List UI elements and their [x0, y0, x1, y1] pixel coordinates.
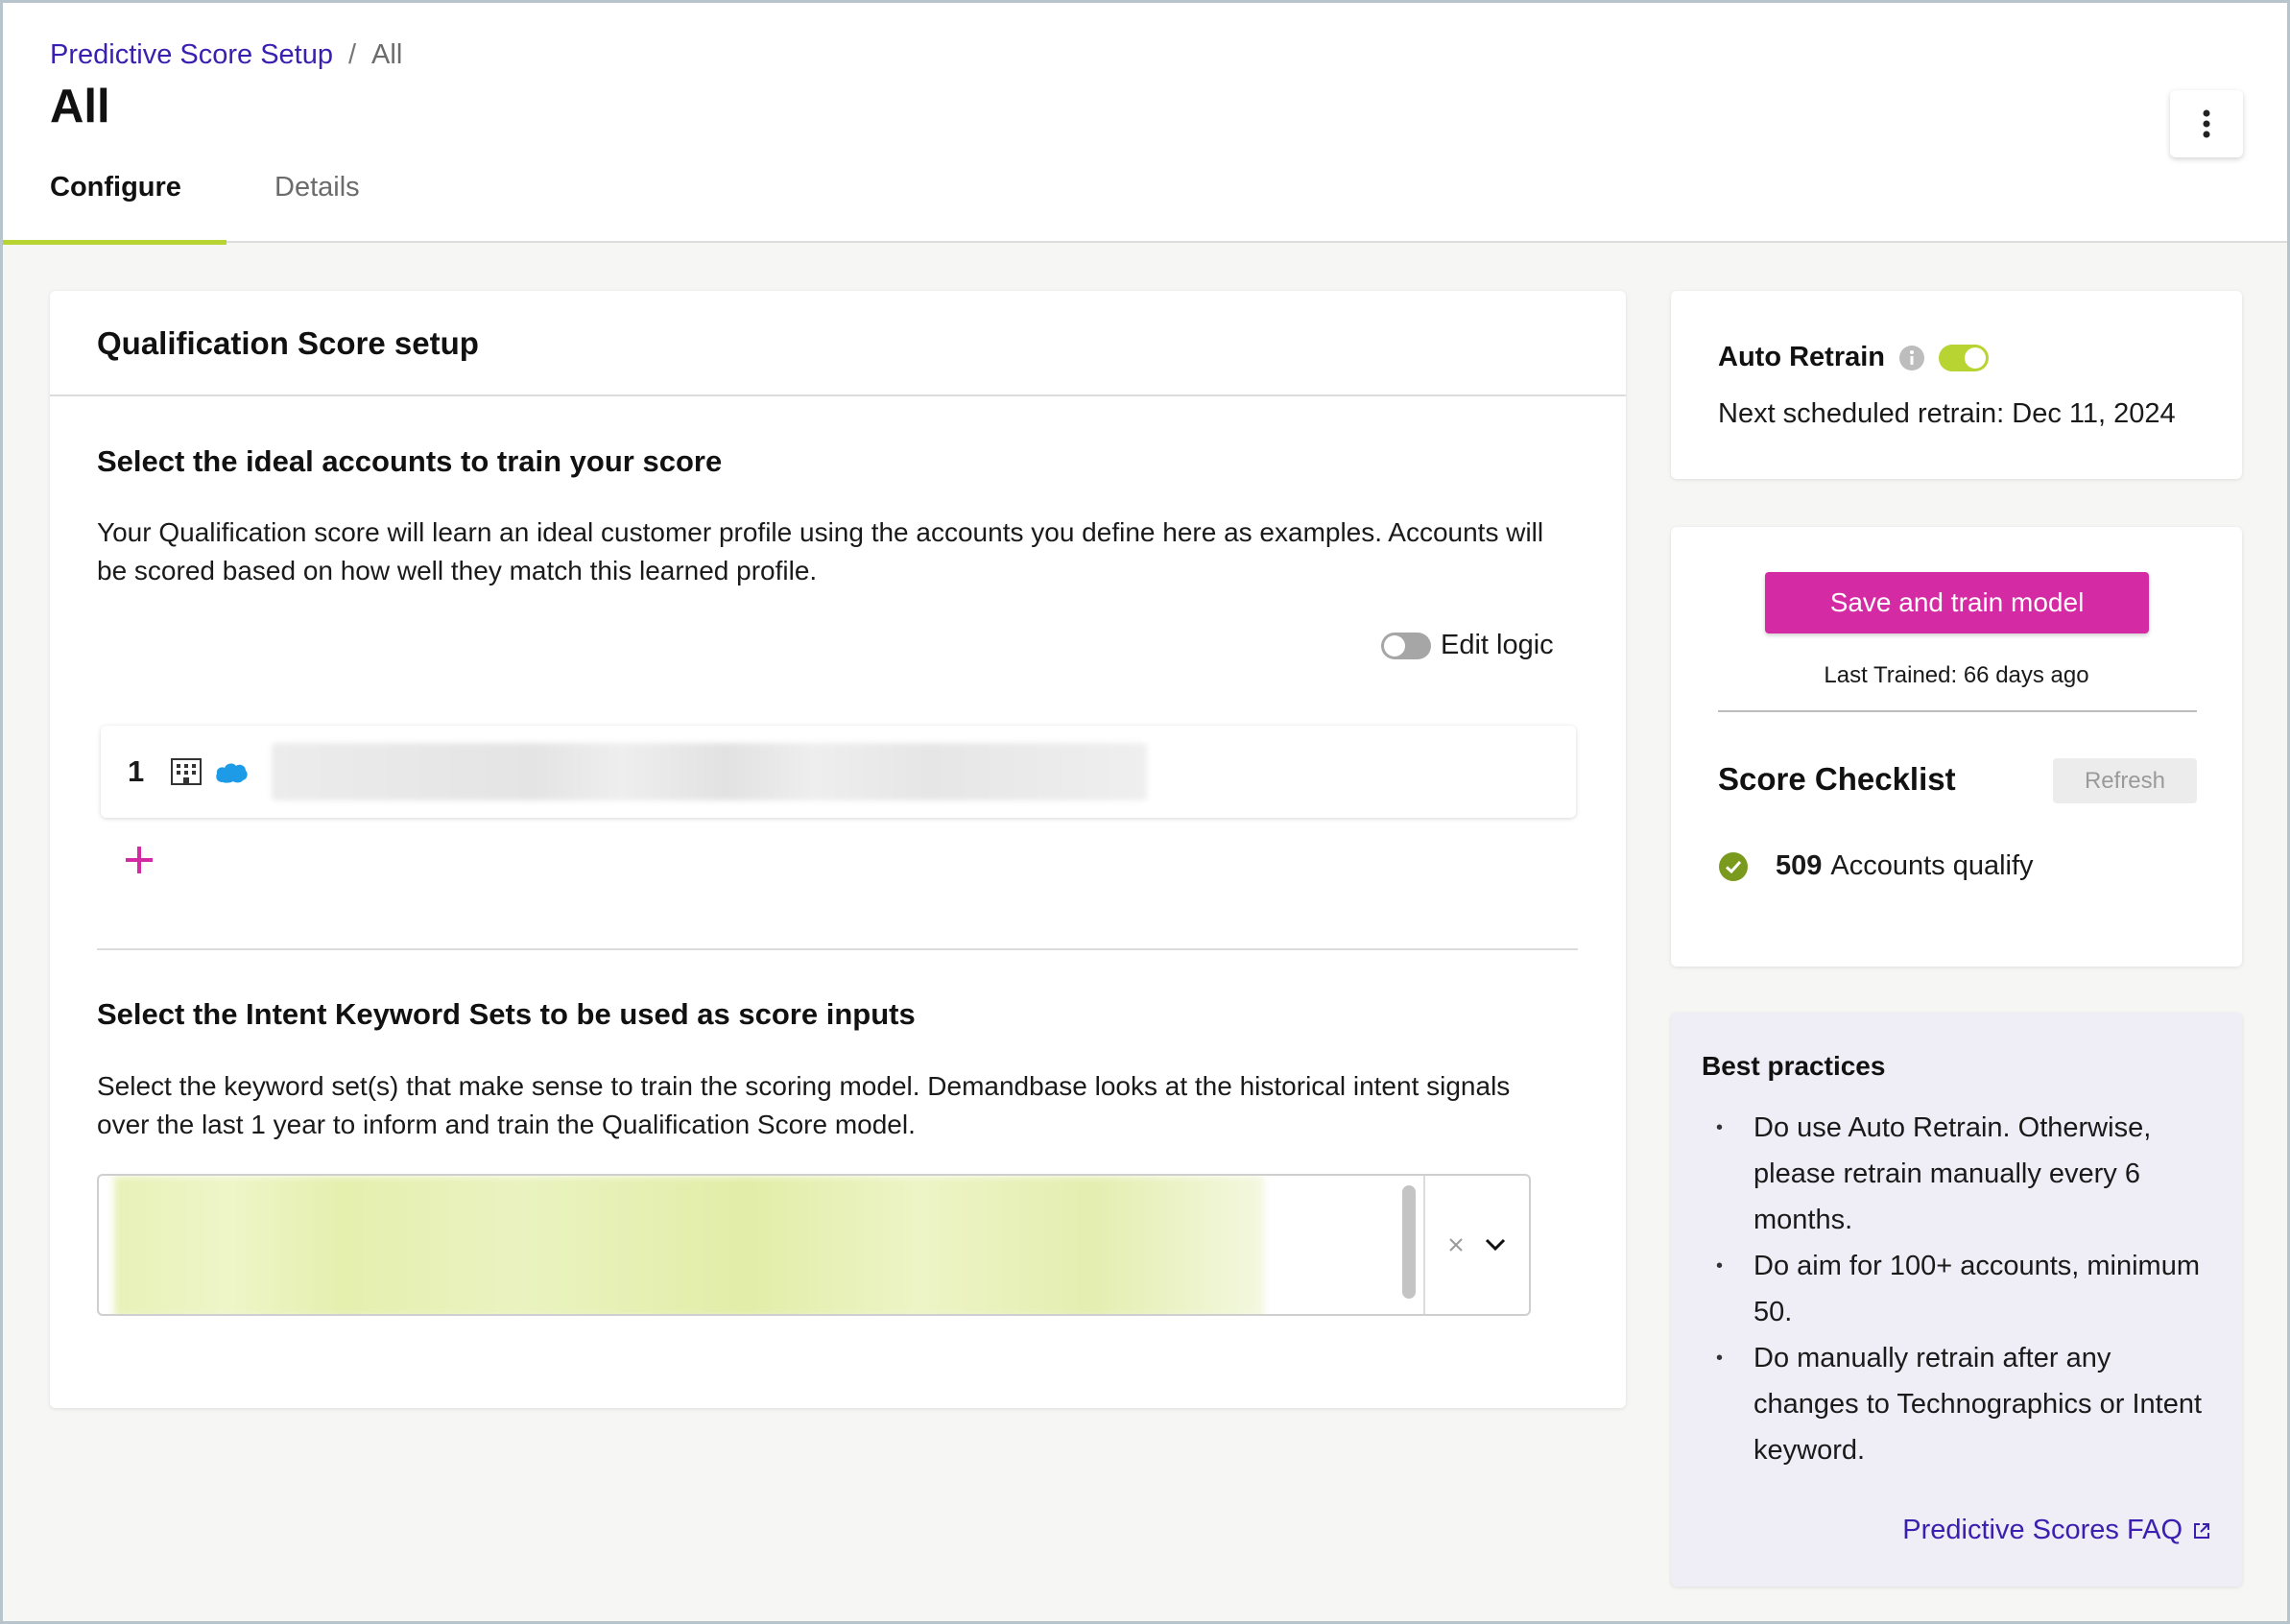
- keyword-sets-select[interactable]: [97, 1174, 1531, 1316]
- keyword-sets-values: [99, 1176, 1425, 1314]
- edit-logic-toggle[interactable]: Edit logic: [1381, 630, 1554, 661]
- qualifying-accounts-count: 509: [1776, 850, 1823, 881]
- train-divider: [1718, 710, 2197, 712]
- edit-logic-label: Edit logic: [1441, 630, 1554, 660]
- card-title: Qualification Score setup: [50, 291, 1626, 396]
- qualification-setup-card: Qualification Score setup Select the ide…: [50, 291, 1626, 1408]
- best-practice-item: Do aim for 100+ accounts, minimum 50.: [1702, 1243, 2210, 1335]
- auto-retrain-switch[interactable]: [1939, 344, 1989, 371]
- redacted-rule-value: [272, 743, 1147, 800]
- next-retrain-text: Next scheduled retrain: Dec 11, 2024: [1718, 398, 2176, 430]
- keyword-select-controls: [1425, 1176, 1529, 1314]
- tab-details[interactable]: Details: [227, 166, 407, 243]
- refresh-button[interactable]: Refresh: [2053, 758, 2197, 803]
- building-icon: [171, 758, 202, 785]
- page-title: All: [50, 81, 110, 132]
- section-divider: [97, 948, 1578, 950]
- chevron-down-icon[interactable]: [1484, 1237, 1507, 1253]
- more-options-button[interactable]: [2170, 90, 2243, 157]
- next-retrain-date: Dec 11, 2024: [2012, 398, 2176, 429]
- next-retrain-label: Next scheduled retrain:: [1718, 398, 2005, 429]
- redacted-keyword-sets: [114, 1176, 1264, 1314]
- score-checklist-title: Score Checklist: [1718, 761, 1956, 797]
- auto-retrain-label: Auto Retrain: [1718, 342, 1885, 372]
- add-rule-plus-icon[interactable]: [122, 843, 156, 877]
- clear-selection-icon[interactable]: [1447, 1236, 1465, 1254]
- best-practice-item: Do manually retrain after any changes to…: [1702, 1335, 2210, 1473]
- external-link-icon: [2194, 1522, 2209, 1539]
- keywords-section-title: Select the Intent Keyword Sets to be use…: [97, 997, 916, 1031]
- qualifying-accounts-label: Accounts qualify: [1830, 850, 2034, 881]
- best-practices-title: Best practices: [1702, 1051, 1886, 1081]
- account-filter-rule[interactable]: 1: [101, 726, 1576, 818]
- check-circle-icon: [1719, 851, 1748, 881]
- page-header: Predictive Score Setup / All All Configu…: [3, 3, 2287, 245]
- save-and-train-button[interactable]: Save and train model: [1765, 572, 2149, 633]
- info-icon[interactable]: [1898, 345, 1925, 371]
- checklist-item: 509 Accounts qualify: [1718, 850, 2034, 882]
- best-practices-list: Do use Auto Retrain. Otherwise, please r…: [1702, 1105, 2210, 1473]
- rule-number: 1: [128, 754, 145, 788]
- salesforce-cloud-icon: [216, 763, 248, 783]
- tab-configure[interactable]: Configure: [3, 166, 227, 245]
- breadcrumb-separator: /: [347, 39, 357, 70]
- edit-logic-switch[interactable]: [1381, 632, 1431, 659]
- tab-bar: Configure Details: [3, 166, 407, 245]
- train-model-card: Save and train model Last Trained: 66 da…: [1671, 527, 2242, 967]
- predictive-scores-faq-link[interactable]: Predictive Scores FAQ: [1902, 1515, 2211, 1546]
- best-practice-item: Do use Auto Retrain. Otherwise, please r…: [1702, 1105, 2210, 1243]
- auto-retrain-card: Auto Retrain Next scheduled retrain: Dec…: [1671, 291, 2242, 479]
- keywords-section-description: Select the keyword set(s) that make sens…: [97, 1071, 1511, 1139]
- breadcrumb-current: All: [371, 39, 403, 70]
- last-trained-text: Last Trained: 66 days ago: [1824, 662, 2089, 688]
- keyword-scrollbar[interactable]: [1402, 1185, 1416, 1299]
- breadcrumb: Predictive Score Setup / All: [50, 39, 402, 71]
- auto-retrain-row: Auto Retrain: [1718, 342, 1989, 373]
- best-practices-panel: Best practices Do use Auto Retrain. Othe…: [1671, 1013, 2242, 1587]
- accounts-section-title: Select the ideal accounts to train your …: [97, 444, 723, 478]
- accounts-section-description: Your Qualification score will learn an i…: [97, 517, 1544, 585]
- kebab-menu-icon: [2203, 109, 2210, 138]
- faq-link-label: Predictive Scores FAQ: [1902, 1515, 2183, 1545]
- breadcrumb-parent-link[interactable]: Predictive Score Setup: [50, 39, 333, 71]
